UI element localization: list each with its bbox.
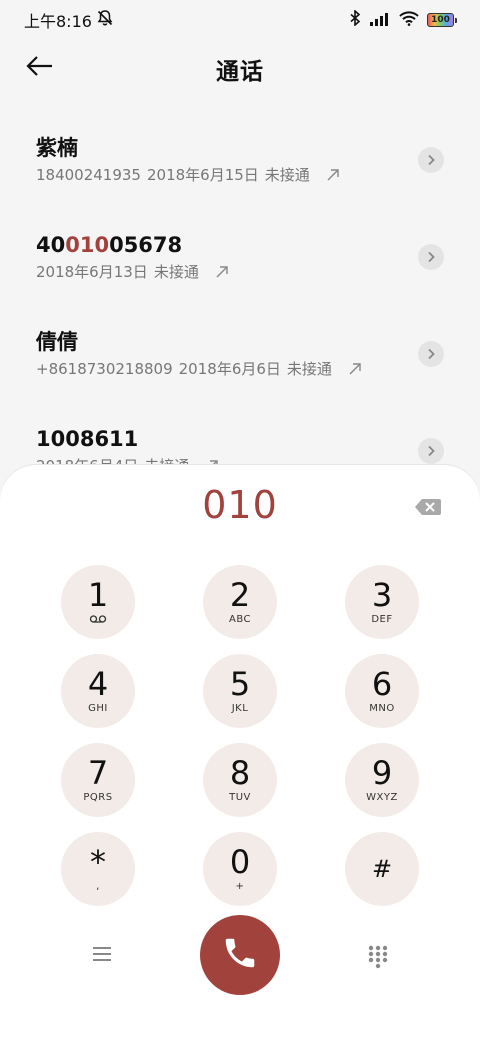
battery-icon: 100: [427, 13, 457, 27]
chevron-right-icon: [426, 345, 436, 364]
status-right: 100: [349, 9, 457, 30]
key-star[interactable]: * ,: [61, 832, 135, 906]
header: 通话: [0, 40, 480, 98]
dialpad-panel: 010 1 2 ABC 3 DEF 4 GHI 5 JKL 6 MNO 7 PQ…: [0, 465, 480, 1040]
key-digit: 3: [371, 576, 393, 614]
call-list-item[interactable]: 紫楠 18400241935 2018年6月15日 未接通: [0, 108, 480, 205]
key-letters: JKL: [231, 703, 249, 714]
call-number: 18400241935: [36, 165, 141, 184]
key-4[interactable]: 4 GHI: [61, 654, 135, 728]
call-date: 2018年6月13日: [36, 263, 148, 281]
dialed-number[interactable]: 010: [0, 483, 480, 527]
call-detail-button[interactable]: [418, 438, 444, 464]
phone-icon: [221, 934, 259, 976]
contact-name-part: 05678: [109, 233, 183, 257]
call-detail-button[interactable]: [418, 341, 444, 367]
key-8[interactable]: 8 TUV: [203, 743, 277, 817]
key-letters: DEF: [371, 614, 393, 625]
call-list-item[interactable]: 4001005678 2018年6月13日 未接通: [0, 205, 480, 302]
outgoing-call-arrow-icon: [326, 168, 340, 182]
key-digit: 2: [229, 576, 251, 614]
key-letters: WXYZ: [366, 792, 398, 803]
key-1[interactable]: 1: [61, 565, 135, 639]
contact-name-text: 倩倩: [36, 330, 78, 354]
call-number: +8618730218809: [36, 359, 173, 378]
dialpad-icon: [368, 945, 388, 973]
key-5[interactable]: 5 JKL: [203, 654, 277, 728]
contact-name: 倩倩: [36, 328, 480, 356]
key-digit: 7: [87, 754, 109, 792]
call-detail: 2018年6月13日 未接通: [36, 261, 480, 282]
contact-name-match: 010: [65, 233, 110, 257]
menu-button[interactable]: [92, 945, 112, 965]
page-title: 通话: [216, 59, 264, 85]
backspace-button[interactable]: [414, 497, 442, 517]
call-list-item[interactable]: 倩倩 +8618730218809 2018年6月6日 未接通: [0, 302, 480, 399]
status-left: 上午8:16: [24, 8, 114, 32]
chevron-right-icon: [426, 442, 436, 461]
key-2[interactable]: 2 ABC: [203, 565, 277, 639]
call-status: 未接通: [153, 263, 199, 281]
key-digit: 0: [229, 843, 251, 881]
contact-name-text: 1008611: [36, 427, 139, 451]
backspace-icon: [414, 499, 442, 521]
key-digit: *: [90, 843, 106, 881]
key-3[interactable]: 3 DEF: [345, 565, 419, 639]
call-detail-button[interactable]: [418, 244, 444, 270]
outgoing-call-arrow-icon: [348, 362, 362, 376]
contact-name: 1008611: [36, 425, 480, 453]
key-letters: +: [235, 881, 245, 892]
key-letters: MNO: [369, 703, 395, 714]
key-digit: 6: [371, 665, 393, 703]
key-digit: 1: [87, 576, 109, 614]
call-detail: +8618730218809 2018年6月6日 未接通: [36, 358, 480, 379]
status-bar: 上午8:16 100: [0, 0, 480, 40]
key-9[interactable]: 9 WXYZ: [345, 743, 419, 817]
menu-icon: [92, 947, 112, 967]
mute-bell-icon: [96, 9, 114, 31]
call-list: 紫楠 18400241935 2018年6月15日 未接通 4001005678…: [0, 108, 480, 496]
call-date: 2018年6月15日: [146, 166, 259, 184]
key-letters: TUV: [229, 792, 251, 803]
dialpad-bottom-bar: [0, 915, 480, 995]
key-letters: GHI: [88, 703, 108, 714]
signal-icon: [369, 11, 391, 30]
key-digit: 4: [87, 665, 109, 703]
key-hash[interactable]: #: [345, 832, 419, 906]
key-7[interactable]: 7 PQRS: [61, 743, 135, 817]
key-0[interactable]: 0 +: [203, 832, 277, 906]
key-digit: 8: [229, 754, 251, 792]
call-detail: 18400241935 2018年6月15日 未接通: [36, 164, 480, 185]
contact-name-text: 紫楠: [36, 136, 78, 160]
outgoing-call-arrow-icon: [215, 265, 229, 279]
call-button[interactable]: [200, 915, 280, 995]
contact-name: 4001005678: [36, 231, 480, 259]
key-6[interactable]: 6 MNO: [345, 654, 419, 728]
call-status: 未接通: [264, 166, 310, 184]
back-button[interactable]: [26, 52, 66, 84]
dialpad-toggle-button[interactable]: [368, 945, 388, 969]
key-letters: ,: [96, 881, 100, 892]
key-digit: 5: [229, 665, 251, 703]
status-time: 上午8:16: [24, 12, 92, 31]
key-digit: 9: [371, 754, 393, 792]
contact-name-part: 40: [36, 233, 66, 257]
call-status: 未接通: [286, 360, 332, 378]
call-detail-button[interactable]: [418, 147, 444, 173]
contact-name: 紫楠: [36, 134, 480, 162]
key-letters: ABC: [228, 614, 251, 625]
wifi-icon: [399, 10, 419, 30]
voicemail-icon: [89, 614, 107, 626]
key-digit: #: [371, 855, 393, 883]
arrow-left-icon: [26, 56, 54, 80]
chevron-right-icon: [426, 151, 436, 170]
call-date: 2018年6月6日: [178, 360, 281, 378]
chevron-right-icon: [426, 248, 436, 267]
key-letters: PQRS: [83, 792, 113, 803]
bluetooth-icon: [349, 9, 361, 30]
